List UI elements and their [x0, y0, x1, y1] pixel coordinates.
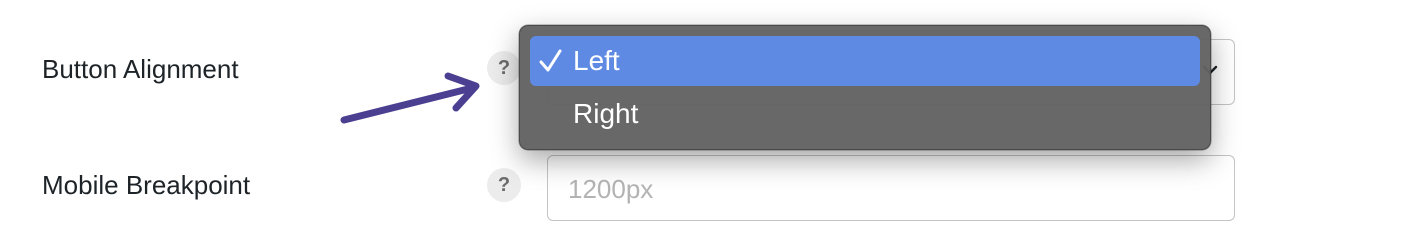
mobile-breakpoint-placeholder: 1200px [568, 174, 654, 204]
mobile-breakpoint-help-icon[interactable]: ? [487, 168, 521, 202]
mobile-breakpoint-input[interactable]: 1200px [547, 155, 1235, 221]
button-alignment-help-icon[interactable]: ? [487, 51, 521, 85]
question-mark-icon: ? [497, 173, 511, 196]
alignment-dropdown-menu: Left Right [519, 25, 1211, 150]
question-mark-icon: ? [497, 56, 511, 79]
dropdown-option-label: Left [573, 45, 620, 76]
mobile-breakpoint-label: Mobile Breakpoint [42, 170, 251, 200]
dropdown-option-left[interactable]: Left [530, 36, 1200, 86]
dropdown-option-label: Right [573, 98, 639, 129]
checkmark-icon [539, 49, 562, 72]
button-alignment-label: Button Alignment [42, 54, 239, 84]
dropdown-option-right[interactable]: Right [530, 89, 1200, 139]
annotation-arrow [340, 72, 480, 124]
